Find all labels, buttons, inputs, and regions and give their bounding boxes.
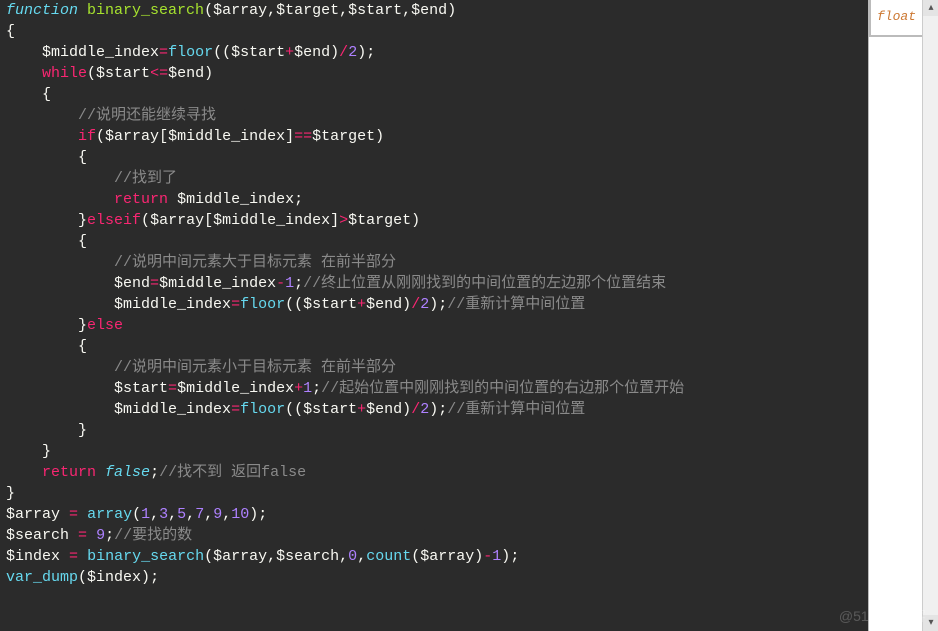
param-end: $end xyxy=(411,2,447,19)
comment-notfound: //找不到 返回false xyxy=(159,464,306,481)
var-dump-call: var_dump xyxy=(6,569,78,586)
floor-call: floor xyxy=(168,44,213,61)
scroll-up-icon[interactable]: ▴ xyxy=(923,0,938,16)
count-call: count xyxy=(366,548,411,565)
array-call: array xyxy=(87,506,132,523)
param-start: $start xyxy=(348,2,402,19)
editor-viewport: function binary_search($array,$target,$s… xyxy=(0,0,938,631)
keyword-else: else xyxy=(87,317,123,334)
scrollbar-vertical[interactable]: ▴ ▾ xyxy=(922,0,938,631)
output-type-label: float xyxy=(877,9,916,24)
comment-found: //找到了 xyxy=(114,170,177,187)
keyword-false: false xyxy=(105,464,150,481)
comment-endpos: //终止位置从刚刚找到的中间位置的左边那个位置结束 xyxy=(303,275,666,292)
keyword-if: if xyxy=(78,128,96,145)
comment-recalc1: //重新计算中间位置 xyxy=(447,296,585,313)
comment-startpos: //起始位置中刚刚找到的中间位置的右边那个位置开始 xyxy=(321,380,684,397)
comment-continue: //说明还能继续寻找 xyxy=(78,107,216,124)
comment-small: //说明中间元素小于目标元素 在前半部分 xyxy=(114,359,396,376)
param-array: $array xyxy=(213,2,267,19)
watermark-label: @51CTO博客 xyxy=(839,606,926,627)
keyword-function: function xyxy=(6,2,78,19)
function-name: binary_search xyxy=(87,2,204,19)
binary-search-call: binary_search xyxy=(87,548,204,565)
comment-recalc2: //重新计算中间位置 xyxy=(447,401,585,418)
param-target: $target xyxy=(276,2,339,19)
output-panel: float 4 ▴ ▾ xyxy=(868,0,938,631)
keyword-elseif: elseif xyxy=(87,212,141,229)
keyword-while: while xyxy=(42,65,87,82)
comment-big: //说明中间元素大于目标元素 在前半部分 xyxy=(114,254,396,271)
keyword-return: return xyxy=(114,191,168,208)
code-editor[interactable]: function binary_search($array,$target,$s… xyxy=(0,0,866,631)
comment-wanted: //要找的数 xyxy=(114,527,192,544)
